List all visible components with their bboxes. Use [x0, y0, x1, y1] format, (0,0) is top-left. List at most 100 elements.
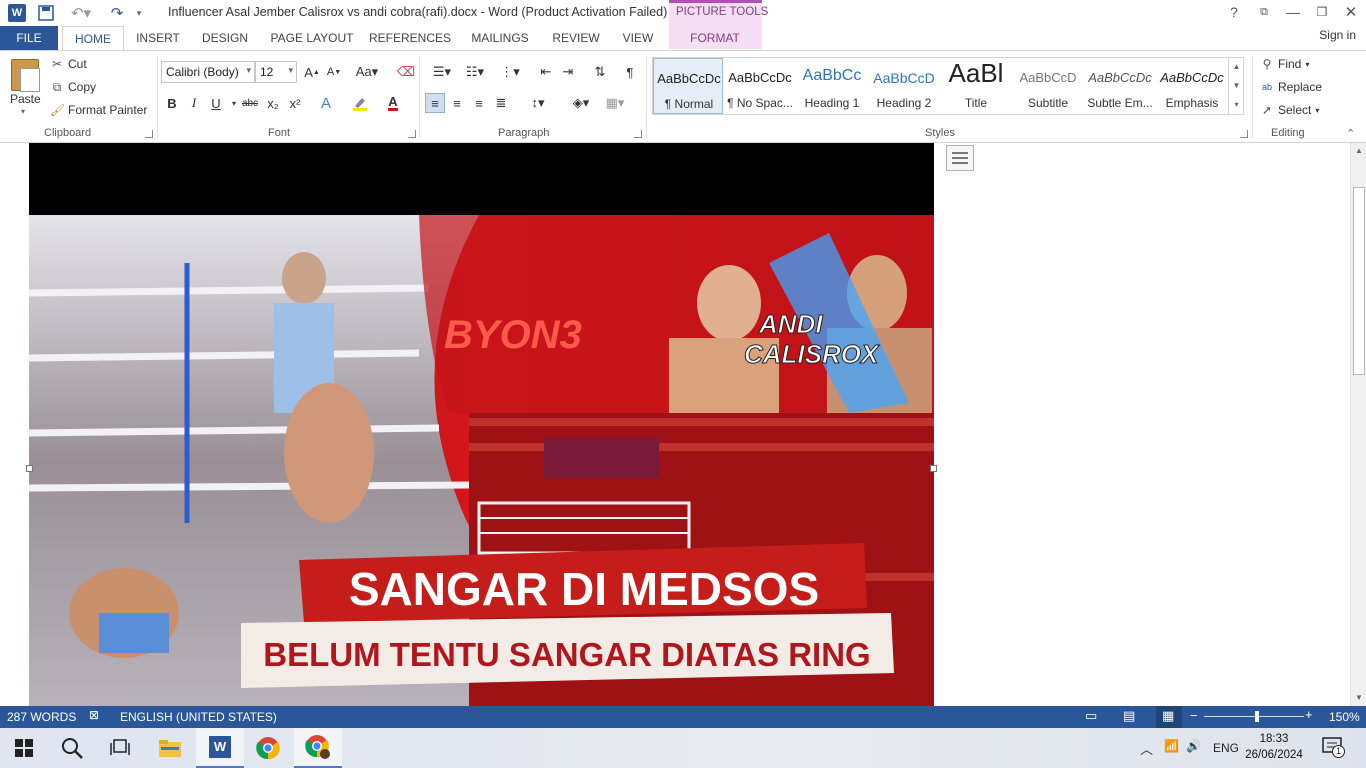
thumbnail-image[interactable]: BYON3 ANDI CALISROX SANGAR DI MEDSOS BEL… [29, 143, 934, 706]
clipboard-launcher-icon[interactable] [145, 130, 153, 138]
search-icon[interactable] [48, 728, 96, 768]
underline-button[interactable]: U [206, 93, 226, 113]
scroll-down-icon[interactable]: ▼ [1351, 690, 1366, 706]
undo-icon[interactable]: ↶▾ [66, 3, 96, 23]
volume-icon[interactable]: 🔊 [1186, 739, 1201, 753]
shrink-font-icon[interactable]: A ▼ [324, 62, 344, 82]
format-painter-button[interactable]: 🖌 Format Painter [50, 103, 147, 117]
sign-in-link[interactable]: Sign in [1319, 28, 1356, 42]
styles-launcher-icon[interactable] [1240, 130, 1248, 138]
word-app-icon[interactable]: W [8, 4, 26, 22]
chevron-up-icon[interactable]: ▲ [1229, 57, 1244, 76]
start-button[interactable] [0, 728, 48, 768]
select-button[interactable]: ➚ Select ▾ [1260, 103, 1319, 117]
grow-font-icon[interactable]: A ▲ [302, 62, 322, 82]
increase-indent-icon[interactable]: ⇥ [558, 62, 578, 82]
zoom-slider-thumb[interactable] [1255, 711, 1259, 722]
style-heading-1[interactable]: AaBbCc Heading 1 [797, 58, 867, 114]
show-hidden-icons-icon[interactable]: ︿ [1140, 739, 1153, 758]
clock[interactable]: 18:33 26/06/2024 [1244, 731, 1304, 763]
chrome-profile-icon[interactable] [294, 728, 342, 768]
paste-button[interactable]: Paste ▾ [6, 57, 44, 119]
multilevel-list-icon[interactable]: ⋮▾ [496, 62, 524, 82]
style-subtle-emphasis[interactable]: AaBbCcDc Subtle Em... [1085, 58, 1155, 114]
align-left-icon[interactable]: ≡ [425, 93, 445, 113]
tab-insert[interactable]: INSERT [130, 26, 186, 50]
replace-button[interactable]: ab Replace [1260, 80, 1322, 94]
text-effects-icon[interactable]: A [316, 93, 336, 113]
tab-mailings[interactable]: MAILINGS [463, 26, 537, 50]
copy-button[interactable]: ⧉ Copy [50, 80, 96, 94]
style-emphasis[interactable]: AaBbCcDc Emphasis [1157, 58, 1227, 114]
align-center-icon[interactable]: ≡ [447, 93, 467, 113]
zoom-slider[interactable] [1204, 716, 1304, 717]
italic-button[interactable]: I [184, 93, 204, 113]
paragraph-launcher-icon[interactable] [634, 130, 642, 138]
language-indicator[interactable]: ENGLISH (UNITED STATES) [120, 710, 277, 724]
redo-icon[interactable]: ↷ [106, 3, 128, 23]
cut-button[interactable]: ✂ Cut [50, 57, 87, 71]
zoom-in-icon[interactable]: + [1305, 707, 1313, 722]
word-taskbar-icon[interactable]: W [196, 728, 244, 768]
web-layout-icon[interactable]: ▦ [1156, 706, 1182, 728]
subscript-button[interactable]: x₂ [263, 93, 283, 113]
style-heading-2[interactable]: AaBbCcD Heading 2 [869, 58, 939, 114]
chevron-down-icon[interactable]: ▼ [1229, 76, 1244, 95]
customize-qat-icon[interactable]: ▾ [132, 3, 146, 23]
tab-view[interactable]: VIEW [614, 26, 662, 50]
restore-icon[interactable]: ❐ [1308, 2, 1336, 22]
save-icon[interactable] [36, 3, 56, 23]
sort-icon[interactable]: ⇅ [590, 62, 610, 82]
collapse-ribbon-icon[interactable]: ⌃ [1346, 127, 1355, 140]
close-icon[interactable]: ✕ [1337, 2, 1365, 22]
bold-button[interactable]: B [162, 93, 182, 113]
tab-format[interactable]: FORMAT [676, 26, 754, 50]
styles-scroll[interactable]: ▲ ▼ ▾ [1228, 57, 1244, 115]
zoom-out-icon[interactable]: − [1190, 708, 1198, 723]
line-spacing-icon[interactable]: ↕▾ [524, 93, 552, 113]
superscript-button[interactable]: x² [285, 93, 305, 113]
notifications-icon[interactable]: 1 [1322, 736, 1345, 759]
decrease-indent-icon[interactable]: ⇤ [536, 62, 556, 82]
show-formatting-icon[interactable]: ¶ [620, 62, 640, 82]
justify-icon[interactable]: ≣ [491, 93, 511, 113]
tab-design[interactable]: DESIGN [194, 26, 256, 50]
scroll-up-icon[interactable]: ▲ [1351, 143, 1366, 159]
network-icon[interactable]: 📶 [1164, 739, 1179, 753]
minimize-icon[interactable]: — [1279, 2, 1307, 22]
file-explorer-icon[interactable] [146, 728, 194, 768]
resize-handle-left[interactable] [26, 465, 33, 472]
change-case-icon[interactable]: Aa▾ [352, 62, 382, 82]
help-icon[interactable]: ? [1220, 2, 1248, 22]
font-launcher-icon[interactable] [408, 130, 416, 138]
clear-formatting-icon[interactable]: ⌫ [396, 62, 416, 82]
bullets-icon[interactable]: ☰▾ [428, 62, 456, 82]
style-subtitle[interactable]: AaBbCcD Subtitle [1013, 58, 1083, 114]
input-language[interactable]: ENG [1213, 741, 1239, 755]
print-layout-icon[interactable]: ▤ [1123, 708, 1135, 724]
align-right-icon[interactable]: ≡ [469, 93, 489, 113]
proofing-icon[interactable]: ⊠ [89, 708, 99, 722]
tab-page-layout[interactable]: PAGE LAYOUT [266, 26, 358, 50]
tab-home[interactable]: HOME [62, 26, 124, 51]
strikethrough-button[interactable]: abc [240, 93, 260, 113]
ribbon-display-icon[interactable]: ⧉ [1250, 2, 1278, 22]
numbering-icon[interactable]: ☷▾ [461, 62, 489, 82]
read-mode-icon[interactable]: ▭ [1085, 708, 1097, 724]
tab-review[interactable]: REVIEW [547, 26, 605, 50]
font-color-icon[interactable]: A [383, 93, 403, 113]
scroll-thumb[interactable] [1353, 187, 1365, 375]
tab-references[interactable]: REFERENCES [368, 26, 452, 50]
chrome-icon[interactable] [244, 728, 292, 768]
font-size-combo[interactable]: 12 ▾ [255, 61, 297, 83]
vertical-scrollbar[interactable]: ▲ ▼ [1350, 143, 1366, 706]
style-no-spacing[interactable]: AaBbCcDc ¶ No Spac... [725, 58, 795, 114]
more-styles-icon[interactable]: ▾ [1229, 95, 1244, 114]
font-name-combo[interactable]: Calibri (Body) ▾ [161, 61, 255, 83]
word-count[interactable]: 287 WORDS [7, 710, 76, 724]
borders-icon[interactable]: ▦▾ [600, 93, 630, 113]
resize-handle-right[interactable] [930, 465, 937, 472]
task-view-icon[interactable] [96, 728, 144, 768]
layout-options-icon[interactable] [946, 145, 974, 171]
style-title[interactable]: AaBl Title [941, 58, 1011, 114]
